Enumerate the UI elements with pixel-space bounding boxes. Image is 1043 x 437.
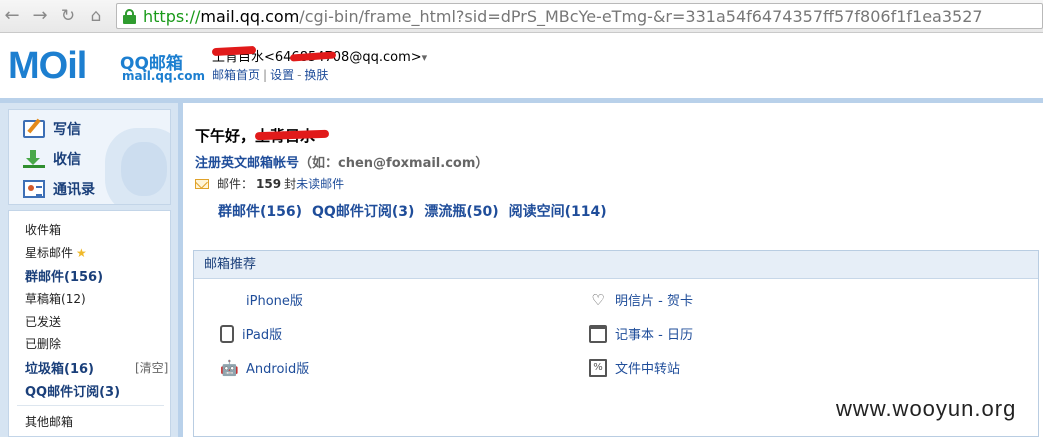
- ipad-icon: [220, 324, 234, 343]
- folder-divider: [17, 405, 164, 406]
- contacts-icon: [23, 180, 45, 198]
- reload-icon[interactable]: ↻: [56, 4, 80, 28]
- envelope-icon: [195, 178, 209, 189]
- recommend-ipad[interactable]: iPad版: [220, 324, 282, 343]
- link-mailbox-home[interactable]: 邮箱首页: [212, 68, 260, 82]
- back-arrow-icon[interactable]: ←: [0, 4, 24, 28]
- link-settings[interactable]: 设置: [270, 68, 294, 82]
- recommend-notebook[interactable]: 记事本 - 日历: [589, 324, 693, 343]
- recommend-postcard[interactable]: ♡ 明信片 - 贺卡: [589, 290, 693, 310]
- browser-toolbar: ← → ↻ ⌂ https://mail.qq.com/cgi-bin/fram…: [0, 0, 1043, 33]
- compose-button[interactable]: 写信: [23, 116, 81, 142]
- recommend-iphone[interactable]: iPhone版: [220, 290, 303, 309]
- register-english-account: 注册英文邮箱帐号（如：chen@foxmail.com）: [195, 156, 489, 171]
- quick-link-drift-bottle[interactable]: 漂流瓶(50): [424, 204, 498, 220]
- star-icon: ★: [76, 246, 87, 260]
- quick-link-reading-space[interactable]: 阅读空间(114): [509, 204, 607, 220]
- folder-deleted[interactable]: 已删除: [25, 335, 61, 352]
- calendar-icon: [589, 324, 607, 343]
- folder-inbox[interactable]: 收件箱: [25, 221, 61, 238]
- folder-starred[interactable]: 星标邮件 ★: [25, 244, 87, 261]
- address-bar[interactable]: https://mail.qq.com/cgi-bin/frame_html?s…: [116, 3, 1043, 29]
- file-transfer-icon: %: [589, 358, 607, 377]
- mail-summary: 邮件： 159 封未读邮件: [195, 175, 344, 192]
- folder-subscriptions[interactable]: QQ邮件订阅(3): [25, 381, 120, 400]
- sidebar-commands: 写信 收信 通讯录: [8, 109, 171, 205]
- user-account[interactable]: 土背目水<646854708@qq.com>▾: [211, 45, 428, 65]
- recommend-file-transfer[interactable]: % 文件中转站: [589, 358, 680, 377]
- folder-group[interactable]: 群邮件(156): [25, 266, 103, 285]
- folder-sent[interactable]: 已发送: [25, 313, 61, 330]
- register-link[interactable]: 注册英文邮箱帐号: [195, 156, 299, 171]
- clear-spam-link[interactable]: [清空]: [135, 359, 168, 376]
- heart-icon: ♡: [591, 290, 605, 309]
- unread-mail-link[interactable]: 未读邮件: [296, 175, 344, 192]
- folder-drafts[interactable]: 草稿箱(12): [25, 290, 86, 307]
- sidebar: 写信 收信 通讯录 收件箱 星标邮件 ★ 群邮件(156) 草稿箱(12) 已发送…: [0, 103, 178, 437]
- forward-arrow-icon[interactable]: →: [28, 4, 52, 28]
- penguin-decoration: [105, 128, 170, 204]
- top-links: 邮箱首页 | 设置 - 换肤: [212, 68, 329, 82]
- chevron-down-icon[interactable]: ▾: [422, 51, 428, 64]
- write-icon: [23, 120, 45, 138]
- apple-icon: [220, 291, 238, 309]
- qqmail-logo[interactable]: MOil QQ邮箱 mail.qq.com: [8, 44, 205, 90]
- lock-icon: [123, 9, 136, 24]
- folder-spam[interactable]: 垃圾箱(16): [25, 358, 94, 377]
- recommend-android[interactable]: 🤖 Android版: [220, 358, 309, 378]
- quick-links: 群邮件(156) QQ邮件订阅(3) 漂流瓶(50) 阅读空间(114): [218, 201, 617, 221]
- android-icon: 🤖: [220, 358, 239, 377]
- inbox-download-icon: [23, 150, 45, 168]
- quick-link-subscriptions[interactable]: QQ邮件订阅(3): [312, 204, 414, 220]
- contacts-button[interactable]: 通讯录: [23, 176, 95, 202]
- sidebar-splitter[interactable]: [178, 103, 183, 437]
- greeting: 下午好，土背目水: [195, 125, 330, 146]
- quick-link-group-mail[interactable]: 群邮件(156): [218, 204, 302, 220]
- recommend-title: 邮箱推荐: [194, 251, 1038, 279]
- receive-button[interactable]: 收信: [23, 146, 81, 172]
- redaction-mark: [254, 129, 330, 141]
- folder-other-mailboxes[interactable]: 其他邮箱: [25, 413, 73, 430]
- link-skin[interactable]: 换肤: [304, 68, 328, 82]
- home-icon[interactable]: ⌂: [84, 4, 108, 28]
- url-text[interactable]: https://mail.qq.com/cgi-bin/frame_html?s…: [143, 7, 983, 26]
- watermark: www.wooyun.org: [836, 396, 1017, 421]
- folder-list: 收件箱 星标邮件 ★ 群邮件(156) 草稿箱(12) 已发送 已删除 垃圾箱(1…: [8, 210, 171, 437]
